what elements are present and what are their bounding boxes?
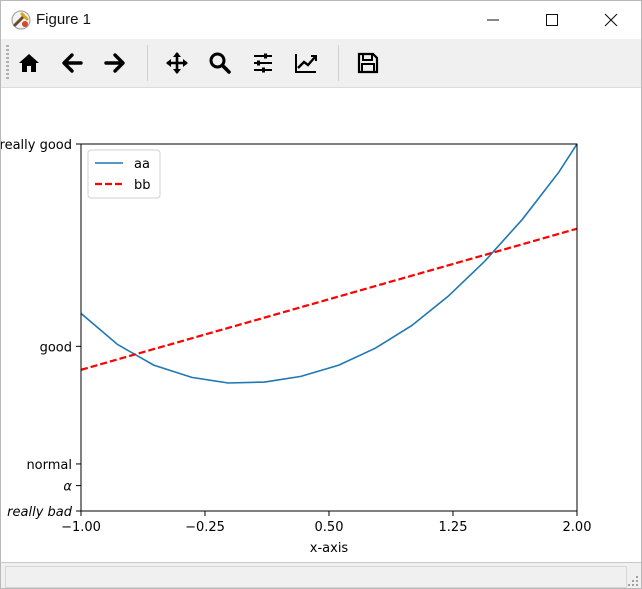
maximize-button[interactable] [529, 1, 575, 39]
title-bar: Figure 1 [1, 1, 641, 39]
home-icon [19, 54, 39, 72]
close-button[interactable] [588, 1, 634, 39]
x-tick-label: 1.25 [439, 520, 468, 535]
magnifier-icon [209, 52, 231, 74]
navigation-toolbar [1, 39, 641, 88]
legend-label-bb: bb [134, 178, 151, 193]
size-grip-icon[interactable] [627, 575, 639, 587]
y-tick-label: good [40, 340, 72, 355]
x-tick-label: −1.00 [61, 520, 101, 535]
y-tick-label: α [63, 480, 72, 495]
window-title: Figure 1 [36, 11, 92, 28]
close-icon [604, 13, 618, 27]
x-tick-label: 0.50 [315, 520, 344, 535]
back-button[interactable] [55, 47, 89, 79]
arrow-right-icon [104, 53, 125, 73]
series-line-bb [81, 227, 577, 371]
toolbar-separator [338, 45, 339, 81]
toolbar-grip[interactable] [6, 45, 9, 81]
configure-subplots-button[interactable] [246, 47, 280, 79]
figure-window: Figure 1 −1.00 −0.25 0.50 1.25 2.00 real… [0, 0, 642, 589]
save-button[interactable] [351, 47, 385, 79]
toolbar-separator [147, 45, 148, 81]
forward-button[interactable] [98, 47, 132, 79]
y-tick-label: really good [1, 138, 72, 153]
minimize-button[interactable] [470, 1, 516, 39]
figure-canvas[interactable]: −1.00 −0.25 0.50 1.25 2.00 really bad α normal… [1, 88, 641, 561]
home-button[interactable] [12, 47, 46, 79]
matplotlib-tools-icon [11, 10, 31, 30]
axes-frame [80, 143, 578, 512]
floppy-disk-icon [357, 52, 379, 74]
x-tick-label: −0.25 [185, 520, 225, 535]
edit-axis-button[interactable] [289, 47, 323, 79]
line-chart-icon [295, 54, 317, 73]
zoom-button[interactable] [203, 47, 237, 79]
move-icon [166, 52, 188, 74]
y-tick-label: really bad [7, 505, 73, 520]
arrow-left-icon [62, 53, 83, 73]
status-message [5, 566, 627, 588]
maximize-icon [546, 14, 558, 26]
plot-svg[interactable]: −1.00 −0.25 0.50 1.25 2.00 really bad α normal… [1, 88, 641, 561]
legend-label-aa: aa [134, 157, 150, 172]
minimize-icon [487, 19, 499, 21]
sliders-icon [254, 53, 272, 73]
y-tick-label: normal [26, 458, 72, 473]
status-bar [1, 562, 641, 588]
x-axis-label: x-axis [310, 541, 349, 556]
x-tick-label: 2.00 [563, 520, 592, 535]
pan-button[interactable] [160, 47, 194, 79]
legend[interactable]: aa bb [87, 149, 161, 199]
